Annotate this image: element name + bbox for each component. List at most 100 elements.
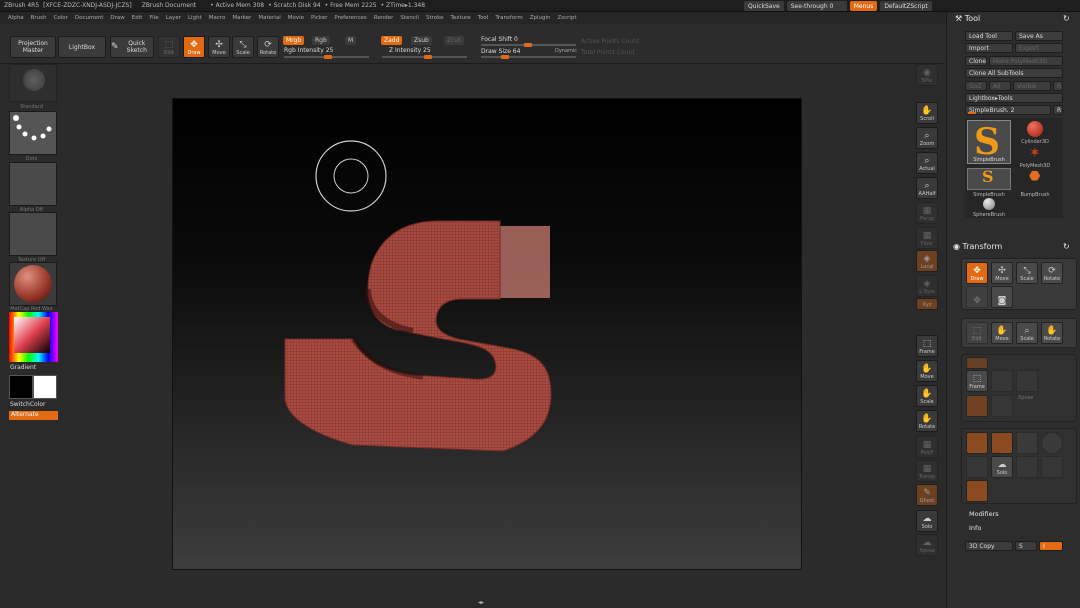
transform-solo-button[interactable]: ☁ Solo [991,456,1013,478]
lightbox-tools-button[interactable]: Lightbox▸Tools [965,93,1063,103]
zoom-button[interactable]: ⌕ Zoom [916,127,938,149]
transform-draw-button[interactable]: ✥ Draw [966,262,988,284]
lightbox-button[interactable]: LightBox [58,36,106,58]
spherebrush-icon[interactable] [983,198,995,210]
transform-frame-button[interactable]: ⬚ Frame [966,370,988,392]
reset-icon[interactable]: ↻ [1063,14,1070,23]
rotate-button[interactable]: ⟳ Rotate [257,36,279,58]
menu-render[interactable]: Render [374,15,394,21]
draw-button[interactable]: ✥ Draw [183,36,205,58]
local-button[interactable]: ◈ Local [916,250,938,272]
info-header[interactable]: Info [969,524,981,532]
bumpbrush-icon[interactable]: ⬣ [1029,170,1040,184]
color-picker-square[interactable] [14,317,50,353]
solo-group-btn-4[interactable] [1041,432,1063,454]
menu-zscript[interactable]: Zscript [557,15,576,21]
transform-rotate-button[interactable]: ⟳ Rotate [1041,262,1063,284]
actual-button[interactable]: ⌕ Actual [916,152,938,174]
draw-size-knob[interactable] [501,55,509,59]
default-zscript-button[interactable]: DefaultZScript [880,1,932,11]
alpha-thumbnail[interactable] [9,162,57,206]
z-intensity-knob[interactable] [424,55,432,59]
bottom-expand-icon[interactable]: ◂▸ [478,599,484,606]
menu-draw[interactable]: Draw [110,15,124,21]
solo-button[interactable]: ☁ Solo [916,510,938,532]
transform-reset-icon[interactable]: ↻ [1063,242,1070,251]
transform-edit-button[interactable]: ⬚ Edit [966,322,988,344]
rgb-intensity-slider[interactable] [284,55,369,59]
scale-button[interactable]: ⤡ Scale [232,36,254,58]
secondary-color-swatch[interactable] [33,375,57,399]
projection-master-button[interactable]: Projection Master [10,36,56,58]
menu-zplugin[interactable]: Zplugin [530,15,551,21]
simplebrush-large-tile[interactable]: S SimpleBrush [967,120,1011,164]
solo-group-btn-7[interactable] [1041,456,1063,478]
gizmo-scale-button[interactable]: ⌕ Scale [1016,322,1038,344]
rgb-intensity-knob[interactable] [324,55,332,59]
polymesh3d-star-icon[interactable]: ✶ [1029,146,1041,160]
edit-button[interactable]: ⬚ Edit [158,36,180,58]
menu-file[interactable]: File [149,15,158,21]
zadd-toggle[interactable]: Zadd [381,36,403,45]
export-button[interactable]: Export [1015,43,1063,53]
spix-button[interactable]: ◉ SPix [916,64,938,86]
scroll-button[interactable]: ✋ Scroll [916,102,938,124]
i-button[interactable]: I [1039,541,1063,551]
3d-copy-button[interactable]: 3D Copy [965,541,1013,551]
menu-transform[interactable]: Transform [495,15,522,21]
quick-sketch-button[interactable]: ✎ Quick Sketch [110,36,154,58]
transform-scale-button[interactable]: ⤡ Scale [1016,262,1038,284]
save-as-button[interactable]: Save As [1015,31,1063,41]
mrgb-toggle[interactable]: Mrgb [283,36,305,45]
menu-macro[interactable]: Macro [209,15,226,21]
m-toggle[interactable]: M [345,36,357,45]
lsym-button[interactable]: ◈ L.Sym [916,275,938,297]
import-button[interactable]: Import [965,43,1013,53]
clone-all-subtools-button[interactable]: Clone All SubTools [965,68,1063,78]
tool-panel-header[interactable]: ⚒ Tool [955,14,980,23]
solo-group-btn-5[interactable] [966,456,988,478]
view-scale-button[interactable]: ✋ Scale [916,385,938,407]
menu-material[interactable]: Material [258,15,280,21]
current-tool-r-button[interactable]: R [1053,105,1063,115]
menus-button[interactable]: Menus [849,1,878,11]
alternate-button[interactable]: Alternate [9,411,58,420]
move-button[interactable]: ✣ Move [208,36,230,58]
frame-group-toggle[interactable] [966,357,988,369]
menu-tool[interactable]: Tool [478,15,489,21]
menu-edit[interactable]: Edit [132,15,143,21]
make-polymesh-button[interactable]: Make PolyMesh3D [989,56,1063,66]
menu-document[interactable]: Document [75,15,104,21]
polyf-button[interactable]: ▦ PolyF [916,436,938,458]
solo-group-btn-1[interactable] [966,432,988,454]
menu-brush[interactable]: Brush [31,15,47,21]
menu-texture[interactable]: Texture [451,15,471,21]
frame-aux-2[interactable] [1016,370,1038,392]
snapshot-button[interactable]: ◙ [991,286,1013,308]
visible-button[interactable]: Visible [1013,81,1051,91]
goz-button[interactable]: GoZ [965,81,987,91]
xyz-button[interactable]: Xyz [916,298,938,310]
view-rotate-button[interactable]: ✋ Rotate [916,410,938,432]
aahalf-button[interactable]: ⌕ AAHalf [916,177,938,199]
dynamic-toggle[interactable]: Dynamic [555,48,577,54]
ghost-button[interactable]: ✎ Ghost [916,484,938,506]
menu-layer[interactable]: Layer [166,15,181,21]
zsub-toggle[interactable]: Zsub [411,36,432,45]
gradient-label[interactable]: Gradient [10,364,36,371]
frame-aux-4[interactable] [991,395,1013,417]
simplebrush-tile[interactable]: S [967,167,1011,190]
solo-group-btn-6[interactable] [1016,456,1038,478]
document-canvas[interactable] [172,98,802,570]
transp-button[interactable]: ▦ Transp [916,460,938,482]
main-color-swatch[interactable] [9,375,33,399]
transform-extra-button[interactable]: ✥ [966,286,988,308]
goz-r-button[interactable]: R [1053,81,1063,91]
focal-shift-slider[interactable] [481,43,576,47]
menu-stencil[interactable]: Stencil [400,15,419,21]
load-tool-button[interactable]: Load Tool [965,31,1013,41]
solo-group-btn-8[interactable] [966,480,988,502]
frame-button[interactable]: ⬚ Frame [916,335,938,357]
modifiers-header[interactable]: Modifiers [969,510,999,518]
quicksave-button[interactable]: QuickSave [744,1,784,11]
